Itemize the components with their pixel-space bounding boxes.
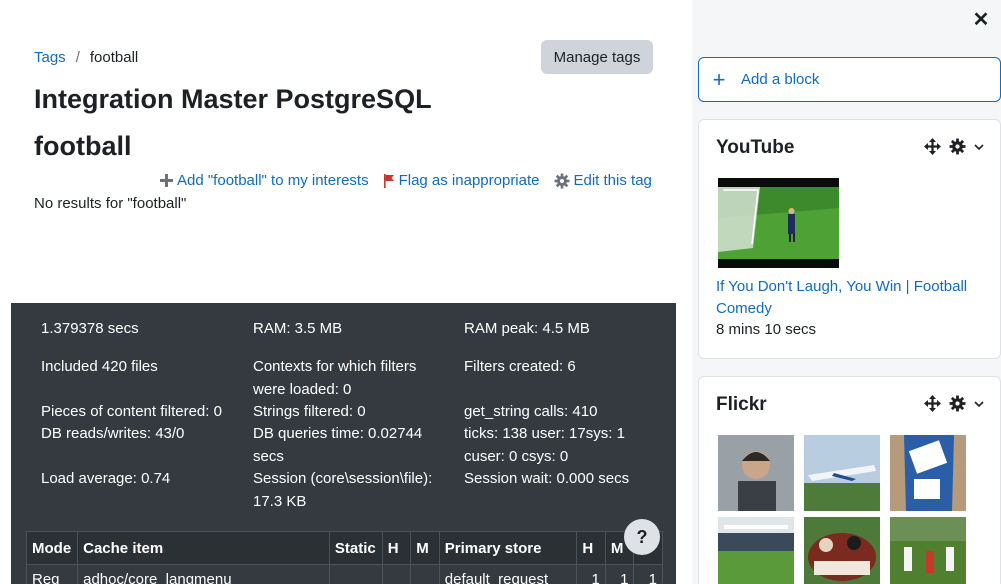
cell-static <box>328 564 383 584</box>
breadcrumb-separator: / <box>75 49 80 66</box>
manage-tags-button[interactable]: Manage tags <box>541 40 653 74</box>
youtube-block-title: YouTube <box>716 137 795 158</box>
flickr-photo[interactable] <box>718 435 794 511</box>
flickr-photo-grid <box>718 435 966 584</box>
flag-inappropriate-link[interactable]: Flag as inappropriate <box>383 172 540 189</box>
gear-icon[interactable] <box>949 138 966 155</box>
perf-contexts: Contexts for which filters were loaded: … <box>253 358 417 398</box>
perf-included-files: Included 420 files <box>41 358 158 375</box>
flickr-photo[interactable] <box>718 517 794 584</box>
add-block-button[interactable]: + Add a block <box>698 57 1001 102</box>
col-static: Static <box>328 531 383 565</box>
flag-label: Flag as inappropriate <box>398 172 540 189</box>
no-results-message: No results for "football" <box>34 195 187 212</box>
perf-load-average: Load average: 0.74 <box>41 470 171 487</box>
edit-tag-label: Edit this tag <box>573 172 652 189</box>
col-store-hits: H <box>576 531 606 565</box>
flickr-photo[interactable] <box>804 435 880 511</box>
flickr-photo[interactable] <box>804 517 880 584</box>
perf-session-size: Session (core\session\file): 17.3 KB <box>253 470 433 510</box>
gear-icon[interactable] <box>949 395 966 412</box>
table-row: Req adhoc/core_langmenu default_request … <box>25 564 663 584</box>
cell-misses <box>410 564 440 584</box>
help-button[interactable]: ? <box>624 519 660 555</box>
cell-primary-store: default_request <box>438 564 578 584</box>
cache-table: Mode Cache item Static H M Primary store… <box>25 531 663 584</box>
breadcrumb-current: football <box>89 49 139 66</box>
youtube-block-controls <box>924 138 984 155</box>
perf-ram-peak: RAM peak: 4.5 MB <box>464 320 590 337</box>
plus-icon <box>160 174 173 187</box>
site-title: Integration Master PostgreSQL <box>34 84 432 114</box>
flickr-block-title: Flickr <box>716 394 767 415</box>
video-duration: 8 mins 10 secs <box>716 321 817 338</box>
perf-db-time: DB queries time: 0.02744 secs <box>253 425 423 465</box>
perf-session-wait: Session wait: 0.000 secs <box>464 470 630 487</box>
edit-tag-link[interactable]: Edit this tag <box>554 172 652 189</box>
flag-icon <box>383 173 394 188</box>
perf-time: 1.379378 secs <box>41 320 139 337</box>
perf-pieces-filtered: Pieces of content filtered: 0 <box>41 403 222 420</box>
close-drawer-icon[interactable]: ✕ <box>972 10 990 30</box>
move-icon[interactable] <box>924 138 941 155</box>
cell-hits <box>381 564 412 584</box>
col-hits: H <box>381 531 412 565</box>
col-misses: M <box>410 531 440 565</box>
move-icon[interactable] <box>924 395 941 412</box>
flickr-block: Flickr <box>698 376 1001 584</box>
tag-actions: Add "football" to my interests Flag as i… <box>160 172 652 189</box>
gear-icon <box>554 173 569 188</box>
video-title-link[interactable]: If You Don't Laugh, You Win | Football C… <box>716 276 981 320</box>
perf-ticks: ticks: 138 user: 17sys: 1 cuser: 0 csys:… <box>464 425 625 465</box>
cache-table-header: Mode Cache item Static H M Primary store… <box>25 531 663 565</box>
chevron-down-icon[interactable] <box>974 143 984 151</box>
col-mode: Mode <box>25 531 79 565</box>
breadcrumb: Tags / football <box>34 49 138 66</box>
cell-store-misses: 1 <box>604 564 635 584</box>
perf-strings-filtered: Strings filtered: 0 <box>253 403 366 420</box>
perf-filters-created: Filters created: 6 <box>464 358 576 375</box>
video-thumbnail[interactable] <box>718 178 839 268</box>
flickr-photo[interactable] <box>890 517 966 584</box>
col-cache-item: Cache item <box>77 531 330 565</box>
breadcrumb-tags-link[interactable]: Tags <box>34 49 66 66</box>
perf-db-reads-writes: DB reads/writes: 43/0 <box>41 425 185 442</box>
add-icon: + <box>712 66 726 92</box>
chevron-down-icon[interactable] <box>974 400 984 408</box>
cell-store-sets: 1 <box>633 564 663 584</box>
flickr-block-controls <box>924 395 984 412</box>
perf-ram: RAM: 3.5 MB <box>253 320 343 337</box>
perf-get-string: get_string calls: 410 <box>464 403 598 420</box>
page-title: football <box>34 131 132 161</box>
performance-info: 1.379378 secs RAM: 3.5 MB RAM peak: 4.5 … <box>11 303 676 584</box>
col-primary-store: Primary store <box>438 531 578 565</box>
cell-cache-item: adhoc/core_langmenu <box>77 564 330 584</box>
add-block-label: Add a block <box>741 71 820 88</box>
youtube-block: YouTube If You Don't Laugh, You Win | Fo… <box>698 119 1001 359</box>
cell-store-hits: 1 <box>576 564 606 584</box>
cell-mode: Req <box>25 564 79 584</box>
flickr-photo[interactable] <box>890 435 966 511</box>
add-interest-link[interactable]: Add "football" to my interests <box>160 172 369 189</box>
add-interest-label: Add "football" to my interests <box>177 172 369 189</box>
